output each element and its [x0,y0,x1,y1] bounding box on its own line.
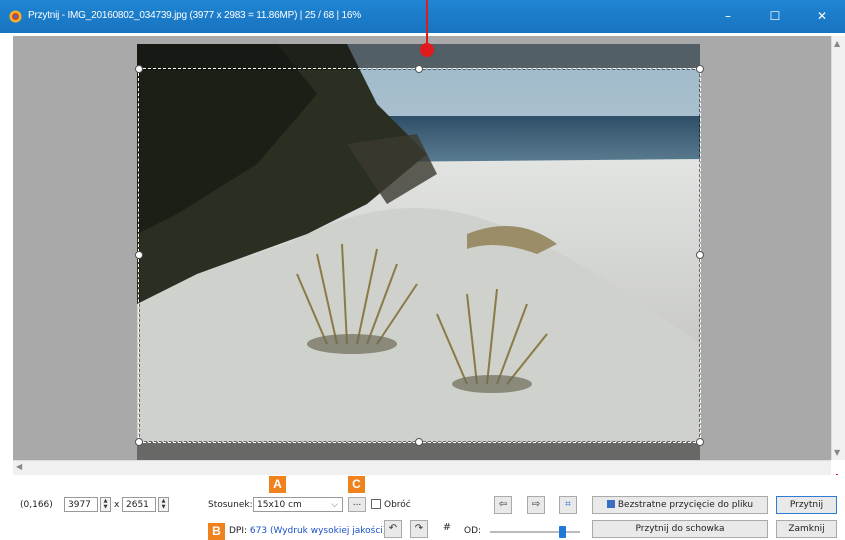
rotate-label: Obróć [384,500,411,510]
crop-handle-top-right[interactable] [696,65,704,73]
dpi-label: DPI: 673 (Wydruk wysokiej jakości) [229,526,386,536]
height-input[interactable]: 2651 [122,497,156,512]
width-stepper[interactable]: ▲ ▼ [100,497,111,512]
callout-a: A [269,476,286,493]
od-label: OD: [464,526,482,536]
maximize-button[interactable]: ☐ [752,0,798,33]
title-bar: Przytnij - IMG_20160802_034739.jpg (3977… [0,0,845,33]
lossless-crop-label: Bezstratne przycięcie do pliku [617,500,754,510]
ratio-more-button[interactable]: ... [348,497,366,512]
callout-c: C [348,476,365,493]
minimize-button[interactable]: – [705,0,751,33]
chevron-down-icon: ⌵ [331,500,338,510]
crop-handle-top[interactable] [415,65,423,73]
ratio-label: Stosunek: [208,500,253,510]
scroll-left-icon[interactable]: ◀ [16,462,22,471]
lossless-crop-button[interactable]: Bezstratne przycięcie do pliku [592,496,768,514]
height-stepper[interactable]: ▲ ▼ [158,497,169,512]
close-button[interactable]: Zamknij [776,520,837,538]
ratio-select-value: 15x10 cm [257,500,302,510]
rotate-right-icon[interactable]: ↷ [410,520,428,538]
crop-to-clipboard-button[interactable]: Przytnij do schowka [592,520,768,538]
crop-button[interactable]: Przytnij [776,496,837,514]
width-input[interactable]: 3977 [64,497,98,512]
save-icon [606,500,615,508]
rotate-checkbox[interactable] [371,499,381,509]
app-logo-icon [9,10,22,23]
annotation-dot-top [420,43,434,57]
crop-handle-right[interactable] [696,251,704,259]
dpi-value-link[interactable]: 673 (Wydruk wysokiej jakości) [250,526,386,536]
crop-handle-top-left[interactable] [135,65,143,73]
rotate-left-icon[interactable]: ↶ [384,520,402,538]
window-title: Przytnij - IMG_20160802_034739.jpg (3977… [28,10,361,21]
annotation-line-top [426,0,428,44]
crop-rectangle[interactable] [138,68,701,443]
od-slider-thumb[interactable] [559,526,566,538]
od-slider[interactable] [490,531,580,533]
fit-crop-icon[interactable]: ⌗ [559,496,577,514]
grid-icon[interactable]: # [438,520,456,538]
crop-handle-left[interactable] [135,251,143,259]
crop-handle-bottom-left[interactable] [135,438,143,446]
vertical-scrollbar[interactable]: ▲ ▼ [831,36,845,460]
scroll-up-icon[interactable]: ▲ [834,39,840,48]
callout-b: B [208,523,225,540]
prev-arrow-icon[interactable]: ⇦ [494,496,512,514]
crop-handle-bottom-right[interactable] [696,438,704,446]
close-window-button[interactable]: ✕ [799,0,845,33]
times-label: x [114,500,120,510]
next-arrow-icon[interactable]: ⇨ [527,496,545,514]
ratio-select[interactable]: 15x10 cm ⌵ [253,497,343,512]
scroll-down-icon[interactable]: ▼ [834,448,840,457]
dpi-prefix: DPI: [229,526,248,536]
cursor-coordinates: (0,166) [20,500,53,510]
crop-handle-bottom[interactable] [415,438,423,446]
horizontal-scrollbar[interactable]: ◀ [13,460,831,475]
